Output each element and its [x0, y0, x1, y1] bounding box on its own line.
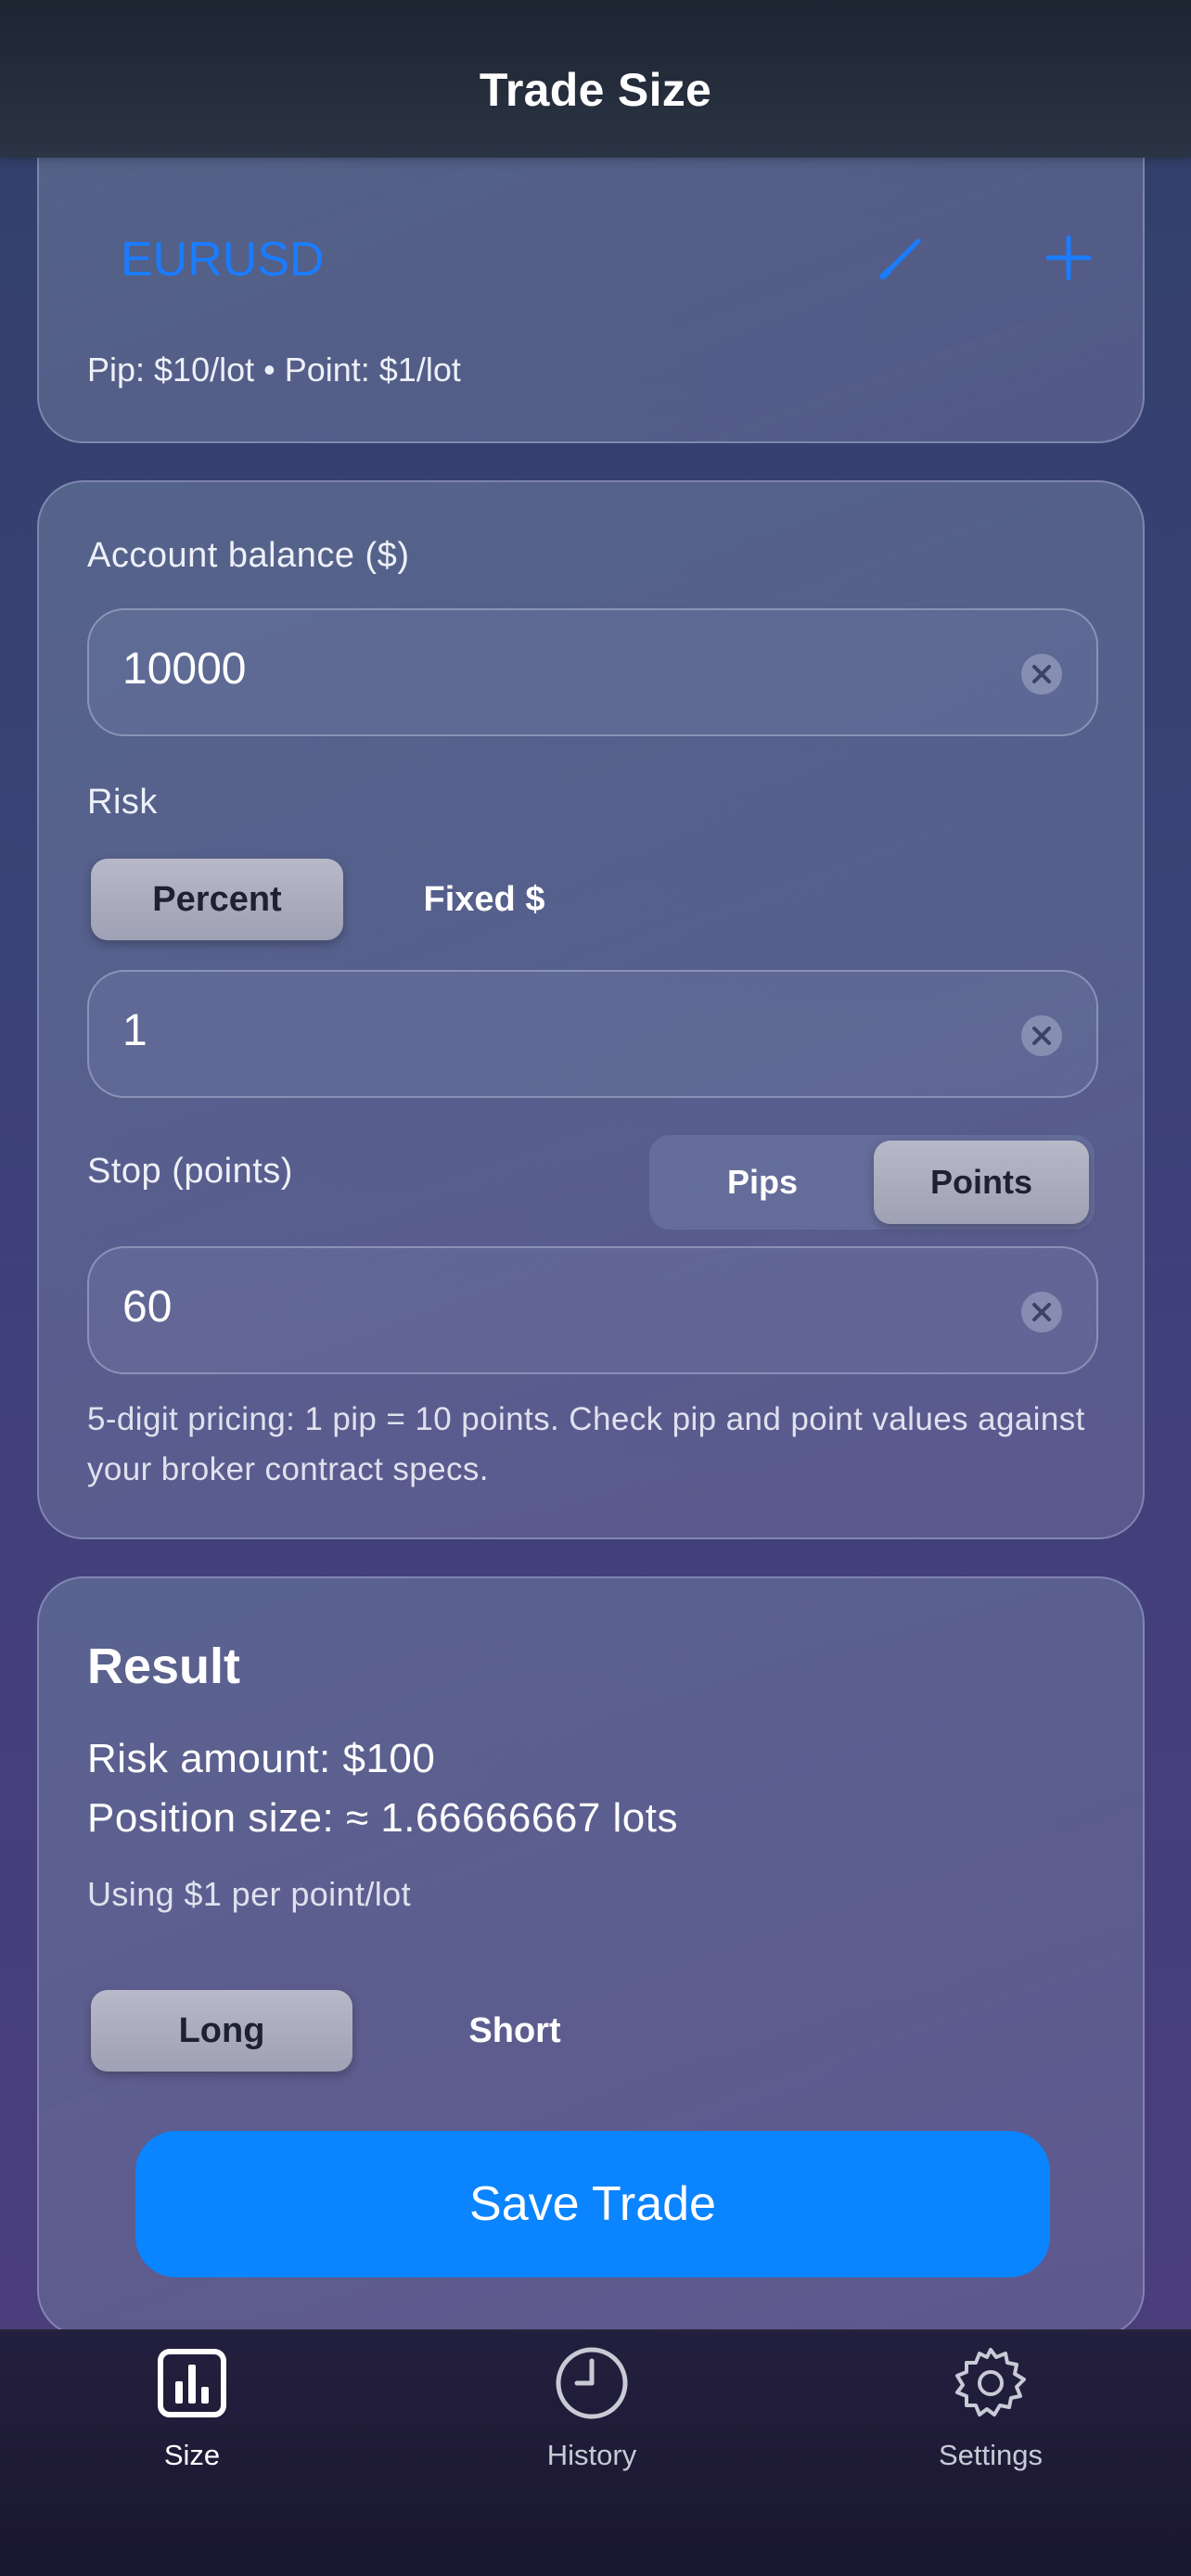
balance-value: 10000 [122, 644, 247, 694]
balance-label: Account balance ($) [87, 536, 410, 575]
result-title: Result [87, 1639, 241, 1694]
stop-input[interactable]: 60 [87, 1246, 1098, 1374]
clear-stop-icon[interactable] [1020, 1291, 1063, 1333]
gear-icon [955, 2348, 1026, 2417]
tab-size[interactable]: Size [90, 2344, 294, 2493]
pricing-hint: 5-digit pricing: 1 pip = 10 points. Chec… [87, 1401, 1085, 1487]
add-symbol-button[interactable] [1039, 228, 1098, 287]
result-note: Using $1 per point/lot [87, 1875, 412, 1913]
risk-label: Risk [87, 783, 158, 822]
stop-unit-pips[interactable]: Pips [655, 1141, 870, 1224]
inputs-card: Account balance ($) 10000 Risk Percent F… [37, 480, 1145, 1539]
page-title: Trade Size [479, 64, 712, 116]
stop-unit-toggle: Pips Points [649, 1135, 1095, 1230]
tab-settings-label: Settings [938, 2439, 1043, 2471]
tab-history[interactable]: History [490, 2344, 694, 2493]
clock-icon [556, 2347, 628, 2419]
symbol-name[interactable]: EURUSD [121, 232, 325, 287]
risk-mode-percent[interactable]: Percent [91, 859, 343, 940]
edit-symbol-button[interactable] [872, 228, 931, 287]
risk-amount: Risk amount: $100 [87, 1736, 436, 1781]
tab-bar: Size History Settings [0, 2329, 1191, 2576]
save-trade-button[interactable]: Save Trade [135, 2131, 1050, 2277]
risk-mode-fixed[interactable]: Fixed $ [382, 859, 586, 940]
tab-settings[interactable]: Settings [889, 2344, 1093, 2493]
balance-input[interactable]: 10000 [87, 608, 1098, 736]
plus-icon [1045, 235, 1092, 281]
position-size: Position size: ≈ 1.66666667 lots [87, 1795, 678, 1841]
nav-header: Trade Size [0, 0, 1191, 158]
stop-label: Stop (points) [87, 1152, 293, 1191]
tab-history-label: History [546, 2439, 637, 2471]
risk-input[interactable]: 1 [87, 970, 1098, 1098]
stop-value: 60 [122, 1282, 173, 1332]
direction-short[interactable]: Short [408, 1990, 621, 2072]
result-card: Result Risk amount: $100 Position size: … [37, 1576, 1145, 2337]
risk-value: 1 [122, 1006, 147, 1055]
clear-risk-icon[interactable] [1020, 1014, 1063, 1057]
tab-size-label: Size [163, 2439, 221, 2471]
symbol-pip-point-values: Pip: $10/lot • Point: $1/lot [87, 351, 461, 389]
stop-unit-points[interactable]: Points [874, 1141, 1089, 1224]
bar-chart-icon [158, 2349, 226, 2417]
direction-long[interactable]: Long [91, 1990, 352, 2072]
pencil-icon [879, 238, 921, 280]
clear-balance-icon[interactable] [1020, 653, 1063, 695]
